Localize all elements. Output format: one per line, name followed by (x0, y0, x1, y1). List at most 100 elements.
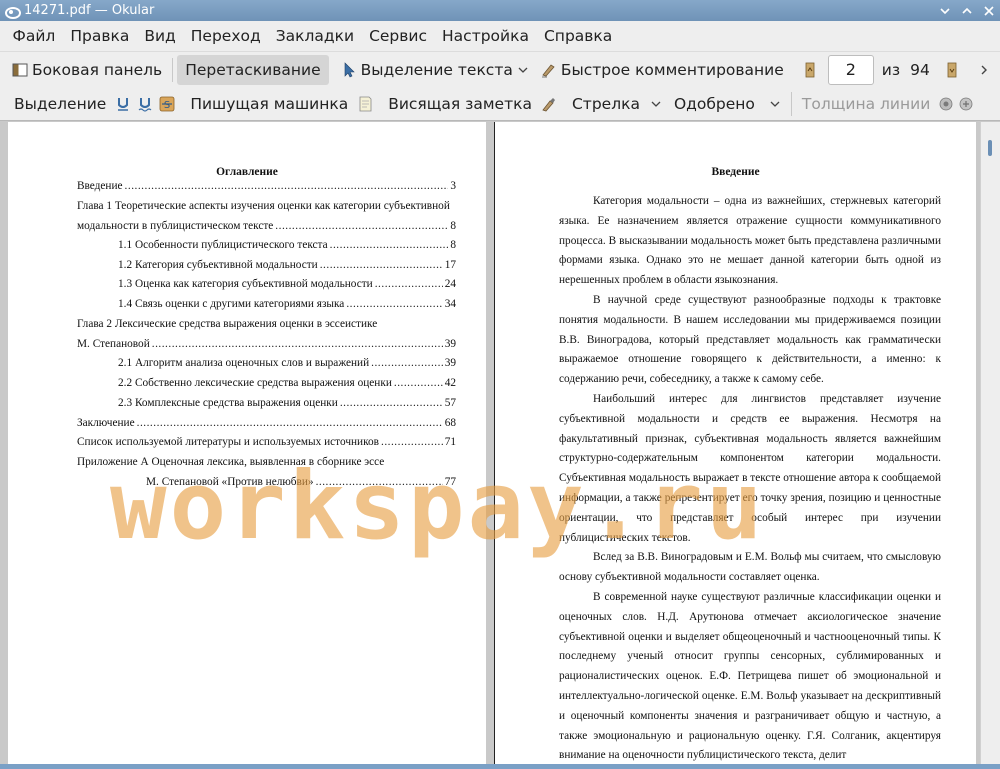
stamp-button[interactable] (936, 89, 956, 119)
toc-entry[interactable]: 1.4 Связь оценки с другими категориями я… (118, 298, 456, 310)
okular-app-icon (4, 4, 21, 19)
toc-entry[interactable]: Глава 2 Лексические средства выражения о… (77, 318, 377, 330)
pdf-page-right: Введение Категория модальности – одна из… (494, 122, 976, 769)
stamp-approved-label: Одобрено (673, 94, 755, 113)
intro-paragraph: В современной науке существуют различные… (559, 590, 941, 762)
toc-entry[interactable]: 2.2 Собственно лексические средства выра… (118, 377, 456, 389)
menu-edit[interactable]: Правка (63, 27, 137, 45)
toc-entry-text: Глава 2 Лексические средства выражения о… (77, 318, 378, 330)
intro-paragraph: Категория модальности – одна из важнейши… (559, 195, 941, 287)
sidebar-button[interactable]: Боковая панель (6, 55, 168, 85)
toc-entry-page: 17 (444, 259, 456, 271)
toc-entry[interactable]: модальности в публицистическом тексте 8 (77, 220, 456, 232)
menu-bookmarks[interactable]: Закладки (268, 27, 361, 45)
prev-page-button[interactable] (798, 55, 822, 85)
strikeout-button[interactable]: S (156, 89, 178, 119)
drag-mode-label: Перетаскивание (185, 60, 321, 79)
stamp-approved-button[interactable]: Одобрено (668, 89, 787, 119)
toc-entry-text: 1.2 Категория субъективной модальности (118, 259, 318, 271)
brush-button[interactable] (538, 89, 560, 119)
chevron-down-icon (518, 67, 528, 73)
scrollbar-handle[interactable] (988, 140, 992, 156)
toc-entry-text: Глава 1 Теоретические аспекты изучения о… (77, 200, 450, 212)
next-page-button[interactable] (940, 55, 964, 85)
toc-entry[interactable]: 2.1 Алгоритм анализа оценочных слов и вы… (118, 357, 456, 369)
pen-icon (541, 63, 555, 77)
highlight-label: Выделение (14, 94, 107, 113)
popup-note-label: Висящая заметка (388, 94, 532, 113)
arrow-button[interactable]: Стрелка (566, 89, 668, 119)
toc-entry-text: 1.4 Связь оценки с другими категориями я… (118, 298, 345, 310)
drag-mode-button[interactable]: Перетаскивание (177, 54, 329, 85)
minimize-icon (940, 7, 950, 14)
toc-entry[interactable]: Заключение 68 (77, 417, 456, 429)
menu-help[interactable]: Справка (536, 27, 619, 45)
chevron-down-icon (770, 101, 780, 107)
stamp-button-2[interactable] (956, 89, 976, 119)
window-bottom-edge (0, 764, 1000, 769)
arrow-label: Стрелка (571, 94, 640, 113)
toc-title: Оглавление (216, 166, 278, 178)
page-total: 94 (910, 60, 930, 79)
toc-entry[interactable]: 1.1 Особенности публицистического текста… (118, 239, 456, 251)
toc-entry-text: М. Степановой (77, 338, 150, 350)
quick-comment-button[interactable]: Быстрое комментирование (535, 55, 790, 85)
menu-file[interactable]: Файл (5, 27, 63, 45)
toc-entry-text: 1.3 Оценка как категория субъективной мо… (118, 278, 373, 290)
prev-page-icon (805, 62, 815, 77)
toolbar-overflow-button[interactable] (968, 55, 996, 85)
toc-entry-text: Список используемой литературы и использ… (77, 436, 379, 448)
maximize-button[interactable] (956, 0, 978, 21)
watermark: workspay.ru (110, 452, 766, 561)
menu-bar: Файл Правка Вид Переход Закладки Сервис … (0, 21, 1000, 51)
toc-entry[interactable]: 2.3 Комплексные средства выражения оценк… (118, 397, 456, 409)
vertical-scrollbar[interactable] (980, 122, 1000, 769)
main-toolbar: Боковая панель Перетаскивание Выделение … (0, 51, 1000, 87)
annotation-toolbar: Выделение S Пишущая машинка Висящая заме… (0, 87, 1000, 121)
toc-entry-page: 3 (450, 180, 456, 192)
toc-entry[interactable]: 1.3 Оценка как категория субъективной мо… (118, 278, 456, 290)
typewriter-label: Пишущая машинка (190, 94, 349, 113)
toc-entry-page: 57 (444, 397, 456, 409)
toc-entry-page: 71 (444, 436, 456, 448)
text-select-label: Выделение текста (360, 60, 513, 79)
close-icon (984, 5, 994, 16)
document-viewport[interactable]: Оглавление Введение 3 Глава 1 Теоретическ… (0, 122, 1000, 769)
cursor-icon (344, 61, 355, 77)
window-titlebar: 14271.pdf — Okular (0, 0, 1000, 21)
highlight-button[interactable]: Выделение (8, 89, 112, 119)
toc-entry[interactable]: Введение 3 (77, 180, 456, 192)
page-of-label: из (881, 60, 901, 79)
squiggle-button[interactable] (134, 89, 156, 119)
strikeout-icon: S (159, 96, 175, 111)
toc-entry-text: 1.1 Особенности публицистического текста (118, 239, 328, 251)
underline-button[interactable] (112, 89, 134, 119)
note-button[interactable] (354, 89, 376, 119)
chevron-down-icon (651, 101, 661, 107)
sidebar-icon (12, 63, 28, 76)
close-button[interactable] (978, 0, 1000, 21)
line-width-button[interactable]: Толщина линии (796, 89, 936, 119)
next-page-icon (947, 62, 957, 77)
popup-note-button[interactable]: Висящая заметка (382, 89, 538, 119)
intro-paragraph: В научной среде существуют разнообразные… (559, 293, 941, 386)
toc-entry[interactable]: 1.2 Категория субъективной модальности 17 (118, 259, 456, 271)
menu-settings[interactable]: Настройка (435, 27, 537, 45)
menu-go[interactable]: Переход (183, 27, 268, 45)
toc-entry[interactable]: Список используемой литературы и использ… (77, 436, 456, 448)
note-icon (359, 96, 372, 111)
page-number-input[interactable]: 2 (827, 54, 874, 85)
chevron-right-icon (981, 65, 987, 74)
window-title: 14271.pdf — Okular (24, 3, 155, 18)
toc-entry[interactable]: Глава 1 Теоретические аспекты изучения о… (77, 200, 450, 212)
toc-entry-text: модальности в публицистическом тексте (77, 220, 274, 232)
typewriter-button[interactable]: Пишущая машинка (184, 89, 354, 119)
stamp-icon (939, 97, 953, 110)
menu-tools[interactable]: Сервис (362, 27, 435, 45)
menu-view[interactable]: Вид (137, 27, 183, 45)
toc-entry[interactable]: М. Степановой 39 (77, 338, 456, 350)
minimize-button[interactable] (934, 0, 956, 21)
toc-entry-text: 2.3 Комплексные средства выражения оценк… (118, 397, 338, 409)
quick-comment-label: Быстрое комментирование (560, 60, 784, 79)
text-select-button[interactable]: Выделение текста (335, 55, 535, 85)
